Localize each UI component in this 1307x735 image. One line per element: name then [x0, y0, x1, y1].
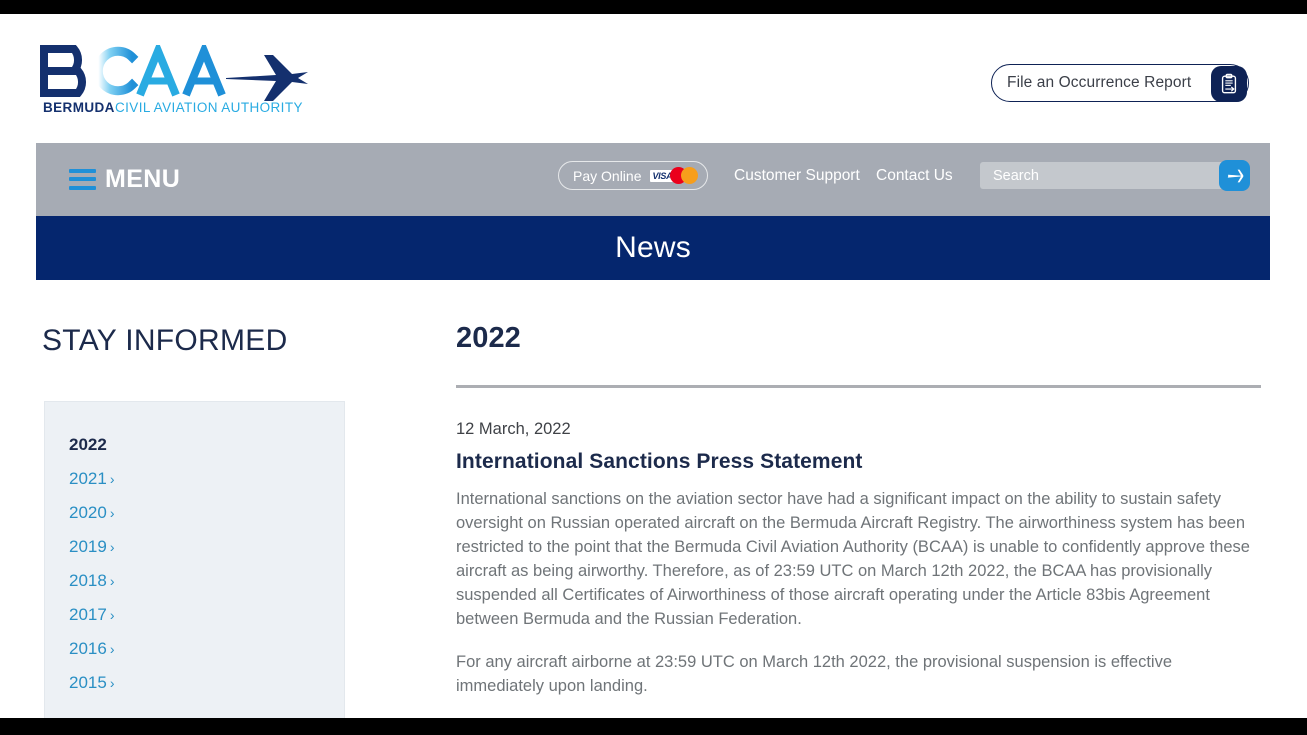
page-canvas: BERMUDA CIVIL AVIATION AUTHORITY File an… — [0, 14, 1307, 718]
svg-text:BERMUDA: BERMUDA — [43, 100, 115, 115]
file-occurrence-report-label: File an Occurrence Report — [1007, 74, 1192, 91]
search-input[interactable] — [980, 162, 1238, 189]
sidebar-item-label: 2015 — [69, 673, 107, 692]
sidebar-item-2020[interactable]: 2020 › — [69, 496, 344, 530]
clipboard-arrow-icon — [1211, 66, 1247, 102]
sidebar-item-label: 2016 — [69, 639, 107, 658]
sidebar-item-2015[interactable]: 2015 › — [69, 666, 344, 700]
chevron-right-icon: › — [109, 573, 115, 589]
main-content: 2022 12 March, 2022 International Sancti… — [456, 280, 1261, 718]
sidebar: STAY INFORMED 2022 2021› 2020› 2019› — [42, 280, 362, 718]
article-paragraph-2: For any aircraft airborne at 23:59 UTC o… — [456, 653, 1172, 695]
pay-online-button[interactable]: Pay Online VISA — [558, 161, 708, 190]
content-divider-top — [456, 385, 1261, 388]
sidebar-item-2022: 2022 — [69, 428, 344, 462]
chevron-right-icon: › — [109, 641, 115, 657]
sidebar-heading: STAY INFORMED — [42, 324, 288, 357]
nav-link-contact-us[interactable]: Contact Us — [876, 167, 953, 185]
search-submit-button[interactable] — [1219, 160, 1250, 191]
card-logos: VISA — [650, 167, 699, 184]
article-paragraph-1: International sanctions on the aviation … — [456, 490, 1250, 628]
sidebar-item-2021[interactable]: 2021 › — [69, 462, 344, 496]
body-area: STAY INFORMED 2022 2021› 2020› 2019› — [0, 280, 1307, 718]
year-archive-panel: 2022 2021 › 2020 › 2019 › 2018 › 2017 › … — [44, 401, 345, 718]
mastercard-logo — [670, 167, 699, 184]
chevron-right-icon: › — [109, 471, 115, 487]
sidebar-item-label: 2021 — [69, 469, 107, 488]
sidebar-item-label: 2019 — [69, 537, 107, 556]
site-header: BERMUDA CIVIL AVIATION AUTHORITY File an… — [0, 14, 1307, 131]
menu-label: MENU — [105, 164, 181, 193]
hamburger-icon — [69, 168, 96, 190]
chevron-right-icon: › — [109, 505, 115, 521]
chevron-right-icon: › — [109, 607, 115, 623]
page-title-banner: News — [36, 216, 1270, 280]
main-navigation-bar: MENU Pay Online VISA Customer Support Co… — [36, 143, 1270, 216]
page-title: News — [615, 231, 691, 264]
content-year-heading: 2022 — [456, 322, 521, 354]
letterbox-top — [0, 0, 1307, 14]
page-root: BERMUDA CIVIL AVIATION AUTHORITY File an… — [0, 0, 1307, 735]
sidebar-item-2017[interactable]: 2017 › — [69, 598, 344, 632]
bcaa-logo[interactable]: BERMUDA CIVIL AVIATION AUTHORITY — [40, 45, 315, 115]
sidebar-item-label: 2022 — [69, 435, 107, 454]
menu-toggle-button[interactable]: MENU — [69, 164, 180, 194]
article-date: 12 March, 2022 — [456, 420, 571, 438]
pay-online-label: Pay Online — [573, 167, 642, 184]
chevron-right-icon: › — [109, 675, 115, 691]
sidebar-item-label: 2018 — [69, 571, 107, 590]
sidebar-item-2016[interactable]: 2016 › — [69, 632, 344, 666]
search-container — [980, 160, 1250, 191]
sidebar-item-2018[interactable]: 2018 › — [69, 564, 344, 598]
airplane-icon — [1227, 169, 1243, 182]
sidebar-item-2019[interactable]: 2019 › — [69, 530, 344, 564]
svg-text:CIVIL AVIATION AUTHORITY: CIVIL AVIATION AUTHORITY — [115, 100, 303, 115]
nav-link-customer-support[interactable]: Customer Support — [734, 167, 860, 185]
sidebar-item-label: 2020 — [69, 503, 107, 522]
file-occurrence-report-button[interactable]: File an Occurrence Report — [991, 64, 1249, 102]
sidebar-item-label: 2017 — [69, 605, 107, 624]
article-title-link[interactable]: International Sanctions Press Statement — [456, 450, 1261, 474]
letterbox-bottom — [0, 718, 1307, 735]
chevron-right-icon: › — [109, 539, 115, 555]
